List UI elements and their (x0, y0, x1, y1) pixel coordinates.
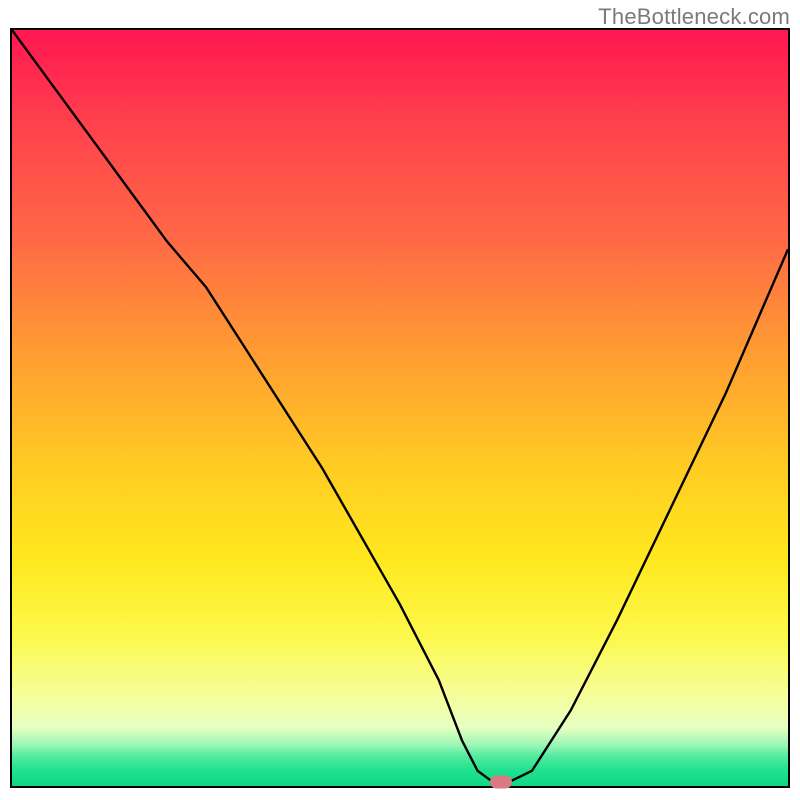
chart-container: TheBottleneck.com (0, 0, 800, 800)
plot-area (10, 28, 790, 788)
watermark-text: TheBottleneck.com (598, 4, 790, 30)
optimal-point-marker (490, 776, 512, 789)
bottleneck-curve (12, 30, 788, 786)
curve-path (12, 30, 788, 782)
